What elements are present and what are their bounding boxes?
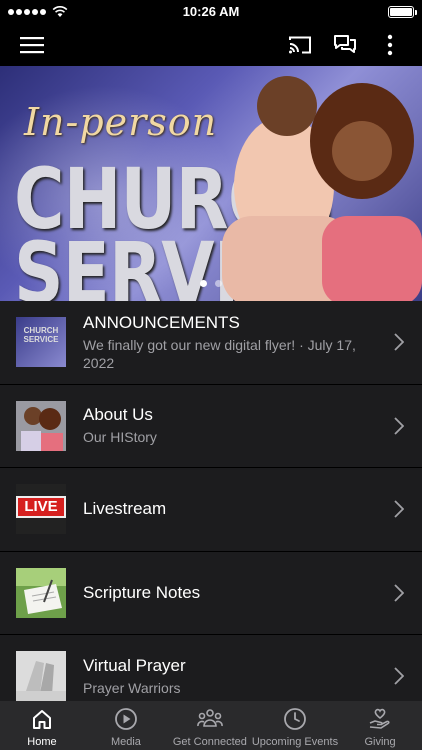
hero-script-text: In-person	[24, 100, 218, 144]
live-sign-thumbnail: LIVE	[16, 484, 66, 535]
cast-button[interactable]	[286, 31, 314, 59]
list-item-title: Virtual Prayer	[83, 655, 186, 675]
list-item-title: Livestream	[83, 499, 167, 519]
flyer-thumb-text-2: SERVICE	[23, 335, 59, 345]
list-item-virtual-prayer[interactable]: Virtual Prayer Prayer Warriors	[0, 635, 422, 701]
list-item-subtitle: Our HIStory	[83, 429, 157, 446]
list-item-text: ANNOUNCEMENTS We finally got our new dig…	[83, 313, 378, 372]
chevron-right-icon	[394, 417, 404, 435]
list-item-subtitle: We finally got our new digital flyer! · …	[83, 336, 356, 371]
list-item-text: Scripture Notes	[83, 583, 378, 603]
status-bar: 10:26 AM	[0, 0, 422, 24]
list-item-title: ANNOUNCEMENTS	[83, 312, 240, 332]
live-sign-text: LIVE	[16, 496, 66, 519]
tab-label: Media	[110, 736, 141, 748]
chat-button[interactable]	[331, 31, 359, 59]
chevron-right-icon	[394, 584, 404, 602]
tab-media[interactable]: Media	[84, 701, 168, 750]
hamburger-menu-icon	[20, 37, 44, 54]
writing-notes-thumbnail	[16, 567, 66, 618]
list-item-about-us[interactable]: About Us Our HIStory	[0, 385, 422, 468]
list-item-text: Virtual Prayer Prayer Warriors	[83, 656, 378, 697]
chevron-right-icon	[394, 667, 404, 685]
praying-hands-image	[16, 651, 66, 701]
tab-label: Giving	[364, 736, 396, 748]
pager-dot-1[interactable]	[200, 280, 207, 287]
chat-bubbles-icon	[334, 35, 356, 53]
more-options-button[interactable]	[376, 31, 404, 59]
clock-icon	[282, 706, 308, 732]
list-item-title: About Us	[83, 405, 153, 425]
hero-pager[interactable]	[0, 280, 422, 287]
list-item-title: Scripture Notes	[83, 582, 201, 602]
list-item-text: Livestream	[83, 499, 378, 519]
pager-dot-2[interactable]	[215, 280, 222, 287]
tab-upcoming-events[interactable]: Upcoming Events	[252, 701, 338, 750]
app-bar	[0, 24, 422, 66]
couple-thumb-image	[16, 400, 66, 451]
tab-label: Get Connected	[172, 736, 247, 748]
battery-icon	[388, 6, 417, 18]
status-time: 10:26 AM	[182, 4, 240, 19]
couple-photo-thumbnail	[16, 400, 66, 451]
tab-home[interactable]: Home	[0, 701, 84, 750]
play-circle-icon	[113, 706, 139, 732]
bottom-tab-bar: Home Media Get Connected Upcoming Events…	[0, 701, 422, 750]
praying-hands-thumbnail	[16, 651, 66, 701]
flyer-thumb-text-1: CHURCH	[23, 326, 59, 336]
list-item-text: About Us Our HIStory	[83, 405, 378, 446]
list-item-announcements[interactable]: CHURCH SERVICE ANNOUNCEMENTS We finally …	[0, 301, 422, 385]
list-item-subtitle: Prayer Warriors	[83, 679, 181, 696]
cast-icon	[289, 36, 311, 54]
content-list: CHURCH SERVICE ANNOUNCEMENTS We finally …	[0, 301, 422, 701]
list-item-scripture-notes[interactable]: Scripture Notes	[0, 552, 422, 635]
hero-banner[interactable]: In-person CHURCH SERVICE	[0, 66, 422, 301]
couple-photo-image	[222, 76, 422, 301]
tab-label: Home	[27, 736, 57, 748]
list-item-livestream[interactable]: LIVE Livestream	[0, 468, 422, 552]
chevron-right-icon	[394, 500, 404, 518]
chevron-right-icon	[394, 333, 404, 351]
more-vertical-icon	[387, 34, 393, 56]
tab-get-connected[interactable]: Get Connected	[168, 701, 252, 750]
home-icon	[29, 706, 55, 732]
giving-hand-heart-icon	[367, 706, 393, 732]
tab-giving[interactable]: Giving	[338, 701, 422, 750]
group-icon	[197, 706, 223, 732]
writing-notes-image	[16, 567, 66, 618]
tab-label: Upcoming Events	[251, 736, 339, 748]
flyer-thumbnail: CHURCH SERVICE	[16, 317, 66, 368]
menu-button[interactable]	[18, 31, 46, 59]
